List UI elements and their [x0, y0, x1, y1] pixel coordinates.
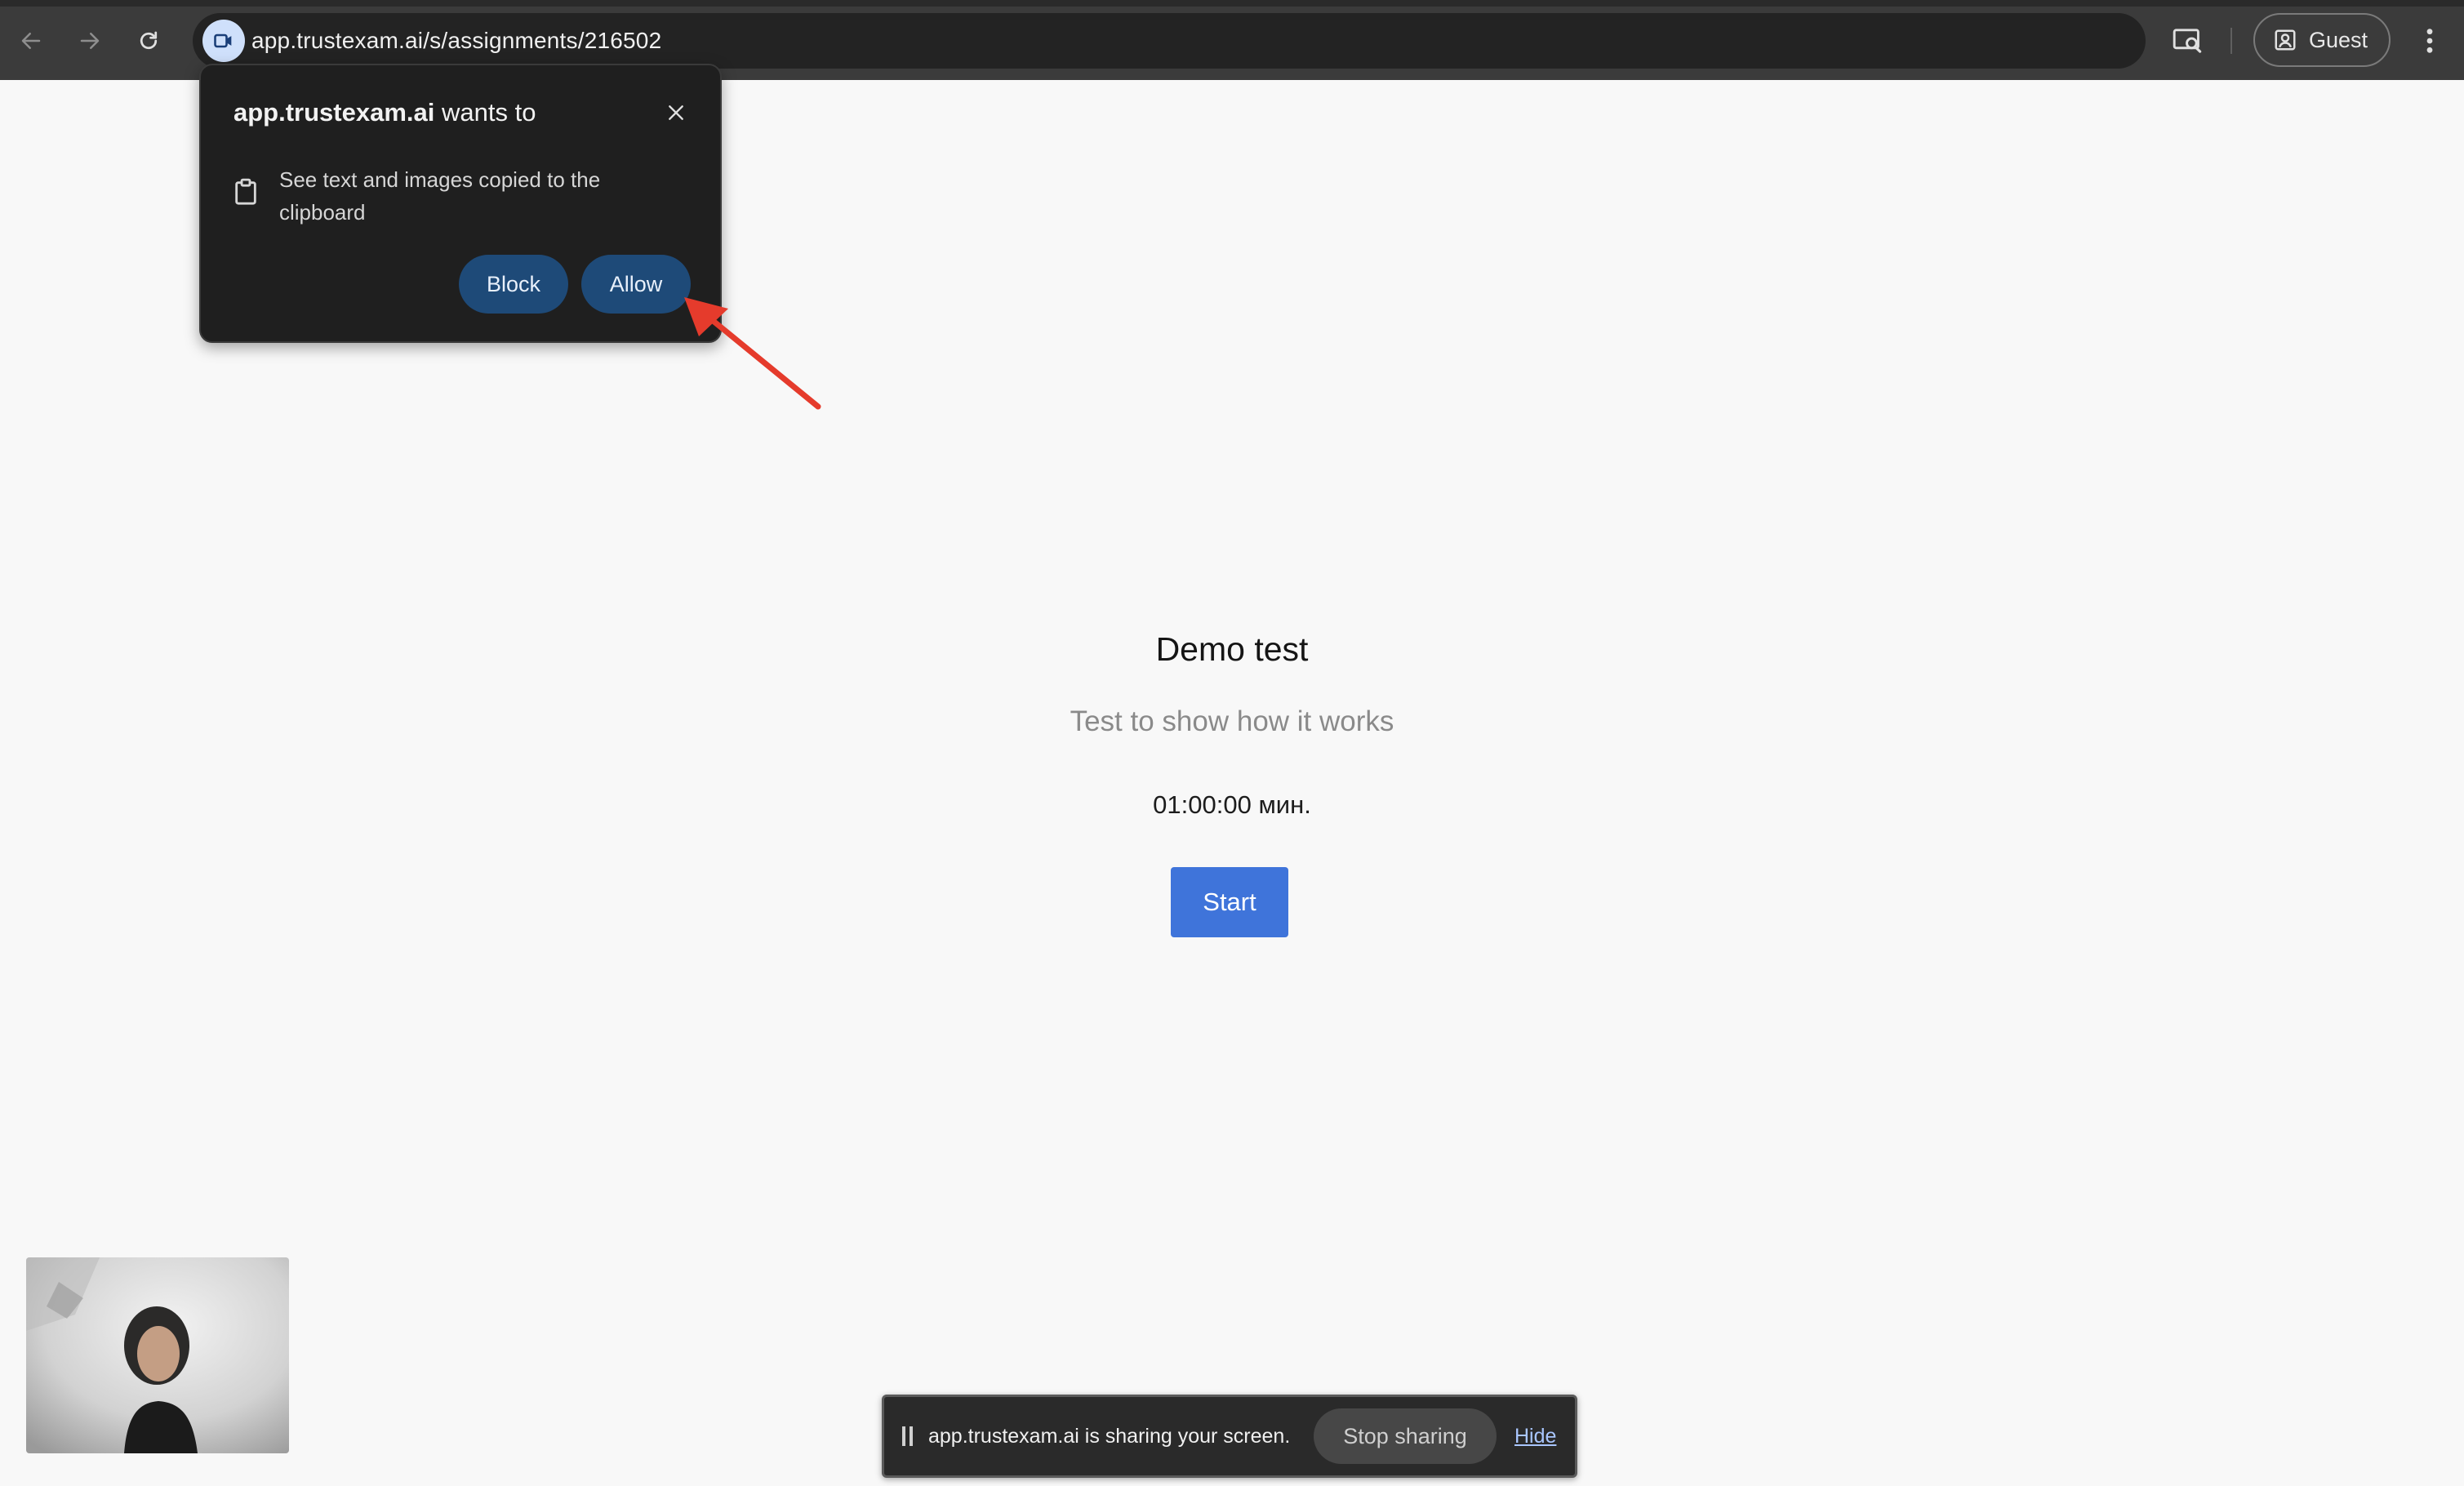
annotation-arrow-icon — [684, 297, 821, 410]
drag-handle-icon[interactable] — [902, 1426, 914, 1446]
clipboard-icon — [234, 178, 258, 210]
reload-button[interactable] — [129, 21, 168, 60]
close-icon — [669, 105, 683, 120]
page-subtitle: Test to show how it works — [1070, 705, 1394, 737]
arrow-left-icon — [21, 33, 41, 49]
profile-button[interactable]: Guest — [2253, 13, 2391, 67]
tab-strip — [0, 0, 2464, 7]
start-button[interactable]: Start — [1171, 867, 1288, 937]
site-info-button[interactable] — [202, 20, 245, 62]
forward-button[interactable] — [70, 21, 109, 60]
address-bar[interactable]: app.trustexam.ai/s/assignments/216502 — [193, 13, 2146, 69]
screen-sharing-bar: app.trustexam.ai is sharing your screen.… — [882, 1395, 1577, 1478]
dialog-title-suffix: wants to — [442, 98, 536, 127]
dialog-close-button[interactable] — [658, 95, 694, 131]
allow-button[interactable]: Allow — [581, 255, 691, 314]
dialog-description: See text and images copied to the clipbo… — [279, 167, 601, 225]
reload-icon — [140, 31, 158, 50]
block-button[interactable]: Block — [459, 255, 568, 314]
dialog-title: app.trustexam.ai wants to — [234, 98, 536, 127]
test-duration: 01:00:00 мин. — [1153, 790, 1311, 819]
browser-menu-button[interactable] — [2410, 21, 2449, 60]
sharing-message: app.trustexam.ai is sharing your screen. — [928, 1425, 1291, 1448]
arrow-right-icon — [80, 33, 100, 49]
camera-icon — [214, 33, 232, 48]
person-icon — [2275, 29, 2296, 51]
clipboard-permission-dialog: app.trustexam.ai wants to See text and i… — [199, 64, 722, 343]
profile-label: Guest — [2309, 27, 2368, 52]
stop-sharing-button[interactable]: Stop sharing — [1314, 1408, 1497, 1464]
webcam-image — [26, 1257, 289, 1453]
webcam-preview — [26, 1257, 289, 1453]
cast-button[interactable] — [2165, 21, 2211, 60]
cast-search-icon — [2173, 29, 2202, 53]
url-text[interactable]: app.trustexam.ai/s/assignments/216502 — [251, 13, 661, 69]
page-title: Demo test — [1155, 630, 1309, 668]
kebab-menu-icon — [2426, 29, 2433, 53]
hide-link[interactable]: Hide — [1514, 1397, 1556, 1475]
toolbar-divider — [2230, 28, 2232, 54]
back-button[interactable] — [11, 21, 51, 60]
dialog-site-name: app.trustexam.ai — [234, 98, 435, 127]
